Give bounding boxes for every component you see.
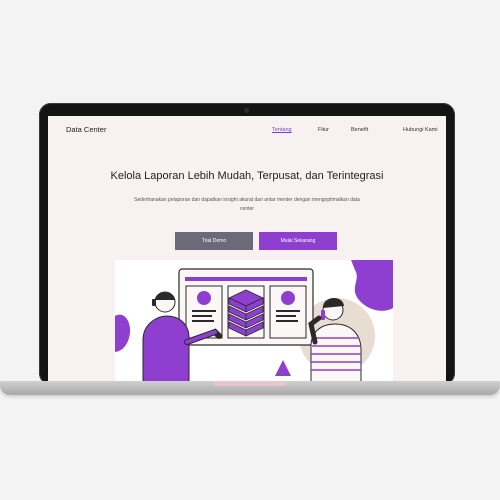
brand-logo-text[interactable]: Data Center	[66, 125, 106, 134]
laptop-notch	[213, 381, 287, 386]
hero-title: Kelola Laporan Lebih Mudah, Terpusat, da…	[110, 170, 384, 182]
laptop-screen: Data Center Tentang Fitur Benefit Hubung…	[48, 116, 446, 382]
nav-link-fitur[interactable]: Fitur	[318, 127, 329, 133]
navbar: Data Center Tentang Fitur Benefit Hubung…	[48, 116, 446, 140]
laptop-lid: Data Center Tentang Fitur Benefit Hubung…	[39, 103, 455, 385]
trial-demo-button[interactable]: Trial Demo	[175, 232, 253, 250]
data-center-illustration	[115, 260, 393, 382]
laptop-base	[0, 381, 500, 395]
nav-link-tentang[interactable]: Tentang	[272, 127, 292, 133]
hero-illustration	[115, 260, 393, 382]
nav-link-benefit[interactable]: Benefit	[351, 127, 368, 133]
camera-icon	[244, 108, 249, 113]
nav-link-hubungi-kami[interactable]: Hubungi Kami	[403, 127, 438, 133]
start-now-button[interactable]: Mulai Sekarang	[259, 232, 337, 250]
hero-subtitle: Sederhanakan pelaporan dan dapatkan insi…	[134, 197, 360, 212]
